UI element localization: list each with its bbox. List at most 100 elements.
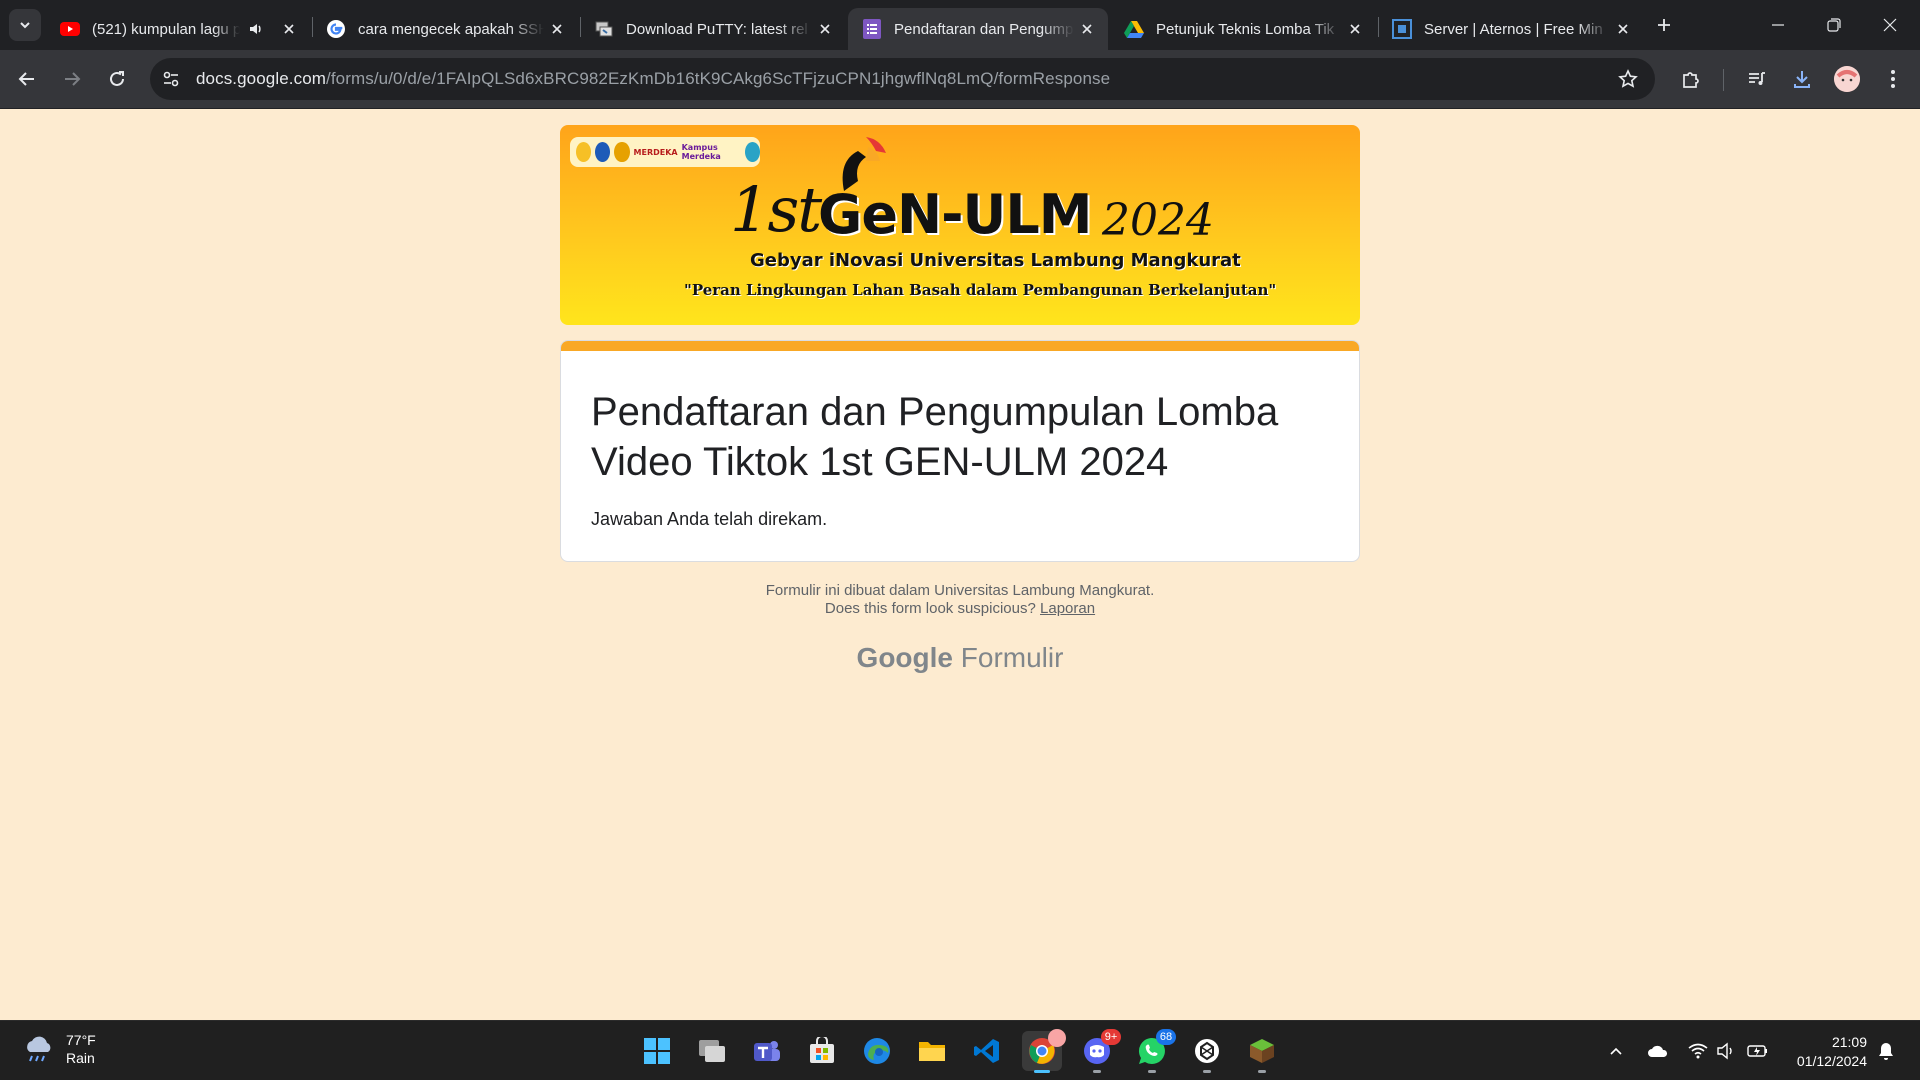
chevron-up-icon (1610, 1047, 1622, 1055)
form-header-banner: MERDEKA Kampus Merdeka 1st GeN-ULM 2024 … (560, 125, 1360, 325)
tab-search-button[interactable] (9, 9, 41, 41)
downloads-button[interactable] (1785, 62, 1819, 96)
start-button[interactable] (637, 1031, 677, 1071)
weather-widget[interactable]: 77°F Rain (22, 1031, 96, 1067)
vscode-button[interactable] (967, 1031, 1007, 1071)
footer-suspicious-line: Does this form look suspicious? Laporan (560, 600, 1360, 618)
whatsapp-notification-badge: 68 (1156, 1029, 1176, 1045)
teams-icon (754, 1041, 780, 1061)
browser-toolbar: docs.google.com/forms/u/0/d/e/1FAIpQLSd6… (0, 50, 1920, 109)
banner-title-prefix: 1st (730, 173, 822, 246)
forms-wordmark: Formulir (960, 642, 1064, 673)
edge-button[interactable] (857, 1031, 897, 1071)
arrow-left-icon (18, 72, 34, 86)
new-tab-button[interactable] (1648, 0, 1680, 50)
close-icon[interactable] (816, 20, 834, 38)
close-icon[interactable] (280, 20, 298, 38)
kampus-merdeka-logo-text: Kampus Merdeka (681, 143, 721, 161)
chatgpt-button[interactable] (1187, 1031, 1227, 1073)
onedrive-tray[interactable] (1646, 1039, 1670, 1063)
vscode-icon (974, 1039, 999, 1063)
volume-tray[interactable] (1714, 1039, 1738, 1063)
close-icon[interactable] (1614, 20, 1632, 38)
tab-google-drive[interactable]: Petunjuk Teknis Lomba Tik (1110, 8, 1376, 50)
reload-button[interactable] (100, 62, 134, 96)
page-content: MERDEKA Kampus Merdeka 1st GeN-ULM 2024 … (0, 110, 1920, 1020)
tab-putty[interactable]: Download PuTTY: latest rel (580, 8, 846, 50)
banner-subtitle: Gebyar iNovasi Universitas Lambung Mangk… (750, 250, 1241, 271)
google-forms-icon (862, 19, 882, 39)
file-explorer-button[interactable] (912, 1031, 952, 1071)
store-icon (810, 1037, 834, 1063)
edge-icon (864, 1038, 890, 1064)
footer-owner-text: Formulir ini dibuat dalam Universitas La… (765, 582, 1155, 599)
address-bar[interactable]: docs.google.com/forms/u/0/d/e/1FAIpQLSd6… (150, 58, 1655, 100)
speaker-icon[interactable] (248, 21, 264, 37)
system-clock[interactable]: 21:09 01/12/2024 (1783, 1033, 1867, 1071)
close-window-button[interactable] (1862, 0, 1918, 50)
toolbar-divider (1723, 69, 1724, 91)
battery-tray[interactable] (1746, 1039, 1770, 1063)
notifications-button[interactable] (1874, 1039, 1898, 1063)
download-icon (1794, 71, 1810, 88)
clock-time: 21:09 (1831, 1034, 1867, 1050)
wifi-tray[interactable] (1686, 1039, 1710, 1063)
google-forms-brand[interactable]: Google Formulir (560, 642, 1360, 674)
media-control-button[interactable] (1740, 62, 1774, 96)
youtube-icon (60, 19, 80, 39)
aternos-icon (1392, 19, 1412, 39)
ulm-logo-icon (614, 142, 630, 162)
forward-button[interactable] (55, 62, 89, 96)
form-footer: Formulir ini dibuat dalam Universitas La… (560, 582, 1360, 618)
battery-charging-icon (1747, 1045, 1767, 1057)
windows-icon (644, 1038, 670, 1064)
rain-cloud-icon (27, 1036, 51, 1062)
close-icon[interactable] (548, 20, 566, 38)
close-icon[interactable] (1078, 20, 1096, 38)
tab-title: (521) kumpulan lagu p (92, 20, 240, 38)
task-view-button[interactable] (692, 1031, 732, 1071)
chevron-down-icon (20, 22, 30, 29)
running-indicator (1034, 1070, 1050, 1073)
whatsapp-button[interactable]: 68 (1132, 1029, 1176, 1073)
extensions-button[interactable] (1674, 62, 1708, 96)
minecraft-button[interactable] (1242, 1031, 1282, 1073)
minecraft-grass-block-icon (1250, 1039, 1274, 1063)
wifi-icon (1688, 1043, 1708, 1059)
show-hidden-icons-button[interactable] (1604, 1039, 1628, 1063)
tab-title: cara mengecek apakah SSH (358, 20, 544, 38)
arrow-right-icon (65, 72, 81, 86)
chrome-menu-button[interactable] (1876, 62, 1910, 96)
url-text[interactable]: docs.google.com/forms/u/0/d/e/1FAIpQLSd6… (196, 69, 1110, 89)
puzzle-icon (1683, 72, 1699, 88)
site-info-button[interactable] (156, 64, 186, 94)
tab-title: Download PuTTY: latest rel (626, 20, 808, 38)
lppm-logo-icon (576, 142, 592, 162)
profile-avatar[interactable] (1834, 66, 1860, 92)
url-host: docs.google.com (196, 69, 327, 88)
tab-aternos[interactable]: Server | Aternos | Free Min (1378, 8, 1644, 50)
discord-notification-badge: 9+ (1101, 1029, 1121, 1045)
report-link[interactable]: Laporan (1040, 600, 1095, 617)
teams-button[interactable] (747, 1031, 787, 1071)
banner-tagline: "Peran Lingkungan Lahan Basah dalam Pemb… (684, 281, 1277, 299)
minimize-button[interactable] (1750, 0, 1806, 50)
card-accent-bar (561, 341, 1359, 351)
tune-icon (163, 71, 179, 87)
close-icon[interactable] (1346, 20, 1364, 38)
bookmark-button[interactable] (1613, 64, 1643, 94)
microsoft-store-button[interactable] (802, 1031, 842, 1071)
tab-google-forms[interactable]: Pendaftaran dan Pengump (848, 8, 1108, 50)
more-vert-icon (1891, 70, 1895, 88)
restore-button[interactable] (1806, 0, 1862, 50)
tab-google-search[interactable]: cara mengecek apakah SSH (312, 8, 578, 50)
chrome-button[interactable] (1022, 1029, 1066, 1073)
google-wordmark: Google (856, 642, 953, 673)
discord-button[interactable]: 9+ (1077, 1029, 1121, 1073)
minimize-icon (1772, 24, 1784, 26)
tab-title: Server | Aternos | Free Min (1424, 20, 1603, 38)
footer-suspicious-text: Does this form look suspicious? (824, 600, 1036, 617)
tab-youtube[interactable]: (521) kumpulan lagu p (46, 8, 310, 50)
back-button[interactable] (10, 62, 44, 96)
form-response-card: Pendaftaran dan Pengumpulan Lomba Video … (560, 340, 1360, 562)
